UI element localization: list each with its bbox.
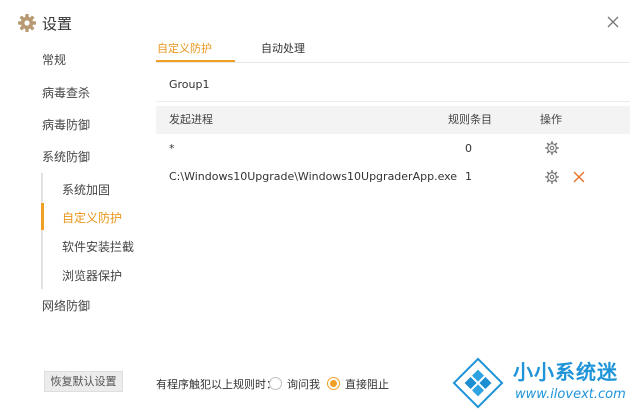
sidebar-active-indicator [41, 203, 44, 230]
restore-defaults-button[interactable]: 恢复默认设置 [44, 371, 123, 392]
table-row-process[interactable]: C:\Windows10Upgrade\Windows10UpgraderApp… [169, 170, 457, 184]
close-icon[interactable] [573, 171, 585, 183]
radio-block-directly-label[interactable]: 直接阻止 [345, 378, 389, 392]
sidebar-item-virus-scan[interactable]: 病毒查杀 [42, 85, 90, 101]
tab-custom-protection[interactable]: 自定义防护 [157, 42, 212, 56]
sidebar-item-general[interactable]: 常规 [42, 52, 66, 68]
sidebar-item-virus-defense[interactable]: 病毒防御 [42, 117, 90, 133]
table-row-rule-count: 0 [465, 142, 472, 155]
tab-divider [156, 62, 630, 63]
sidebar-subnav-line [41, 173, 43, 289]
sidebar-subitem-system-hardening[interactable]: 系统加固 [62, 182, 110, 198]
group-name[interactable]: Group1 [169, 78, 210, 92]
rule-trigger-label: 有程序触犯以上规则时： [156, 378, 277, 391]
gear-icon[interactable] [545, 170, 559, 184]
sidebar-subitem-install-block[interactable]: 软件安装拦截 [62, 239, 134, 255]
watermark-url: www.ilovext.com [515, 387, 626, 402]
watermark-title: 小小系统迷 [513, 360, 618, 384]
settings-gear-icon [18, 14, 36, 32]
sidebar-item-system-defense[interactable]: 系统防御 [42, 149, 90, 165]
table-row-process[interactable]: * [169, 142, 175, 156]
radio-block-directly[interactable] [327, 377, 340, 390]
watermark-logo-icon [452, 357, 504, 409]
sidebar-subitem-custom-protection[interactable]: 自定义防护 [62, 210, 122, 226]
tab-auto-handling[interactable]: 自动处理 [261, 42, 305, 56]
group-divider [156, 101, 630, 102]
column-header-actions: 操作 [540, 113, 562, 126]
radio-ask-me[interactable] [269, 377, 282, 390]
column-header-rule-count: 规则条目 [448, 113, 492, 126]
window-title: 设置 [42, 15, 73, 33]
sidebar-subitem-browser-protection[interactable]: 浏览器保护 [62, 268, 122, 284]
table-row-rule-count: 1 [465, 170, 472, 183]
gear-icon[interactable] [545, 141, 559, 155]
sidebar-item-network-defense[interactable]: 网络防御 [42, 298, 90, 314]
radio-ask-me-label[interactable]: 询问我 [287, 378, 320, 392]
close-window-icon[interactable] [603, 12, 623, 32]
column-header-process: 发起进程 [169, 113, 213, 126]
